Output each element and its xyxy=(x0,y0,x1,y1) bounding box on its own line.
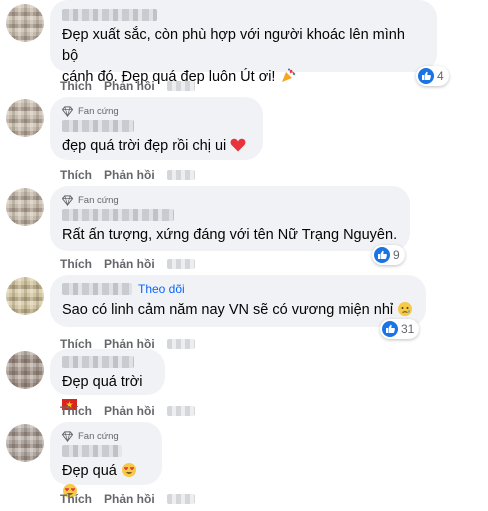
author-name[interactable] xyxy=(62,209,174,221)
top-fan-badge[interactable]: Fan cứng xyxy=(62,104,251,118)
avatar[interactable] xyxy=(6,351,44,389)
avatar[interactable] xyxy=(6,188,44,226)
comment-text: Rất ấn tượng, xứng đáng với tên Nữ Trạng… xyxy=(62,227,398,243)
reaction-count[interactable]: 31 xyxy=(380,319,420,339)
author-name[interactable] xyxy=(62,9,157,21)
like-button[interactable]: Thích xyxy=(60,257,92,271)
diamond-icon xyxy=(62,430,73,442)
comment-actions: Thích Phản hồi xyxy=(60,257,195,271)
comment-text: Sao có linh cảm năm nay VN sẽ có vương m… xyxy=(62,300,414,321)
comment-bubble: Fan cứng Rất ấn tượng, xứng đáng với tên… xyxy=(50,186,410,251)
diamond-icon xyxy=(62,105,73,117)
reaction-count[interactable]: 9 xyxy=(372,245,405,265)
reply-button[interactable]: Phản hồi xyxy=(104,492,155,506)
like-reaction-icon xyxy=(382,321,398,337)
reply-button[interactable]: Phản hồi xyxy=(104,257,155,271)
timestamp[interactable] xyxy=(166,170,195,180)
timestamp[interactable] xyxy=(166,339,195,349)
author-name[interactable] xyxy=(62,283,132,295)
author-name[interactable] xyxy=(62,120,134,132)
heart-eyes-face-icon xyxy=(121,463,136,477)
like-reaction-icon xyxy=(374,247,390,263)
avatar[interactable] xyxy=(6,99,44,137)
comment-text: đẹp quá trời đẹp rồi chị ui xyxy=(62,136,251,157)
comment-actions: Thích Phản hồi xyxy=(60,404,195,418)
like-button[interactable]: Thích xyxy=(60,404,92,418)
avatar[interactable] xyxy=(6,4,44,42)
like-reaction-icon xyxy=(418,68,434,84)
reaction-number: 4 xyxy=(437,69,444,83)
timestamp[interactable] xyxy=(166,81,195,91)
comment-actions: Thích Phản hồi xyxy=(60,168,195,182)
comment-bubble: Theo dõi Sao có linh cảm năm nay VN sẽ c… xyxy=(50,275,426,327)
like-button[interactable]: Thích xyxy=(60,492,92,506)
avatar[interactable] xyxy=(6,424,44,462)
timestamp[interactable] xyxy=(166,494,195,504)
diamond-icon xyxy=(62,194,73,206)
top-fan-badge[interactable]: Fan cứng xyxy=(62,193,398,207)
red-heart-icon xyxy=(230,138,246,152)
reply-button[interactable]: Phản hồi xyxy=(104,404,155,418)
follow-link[interactable]: Theo dõi xyxy=(138,282,185,296)
timestamp[interactable] xyxy=(166,259,195,269)
comment-bubble: Fan cứng đẹp quá trời đẹp rồi chị ui xyxy=(50,97,263,160)
reply-button[interactable]: Phản hồi xyxy=(104,79,155,93)
comment-actions: Thích Phản hồi xyxy=(60,492,195,506)
reply-button[interactable]: Phản hồi xyxy=(104,168,155,182)
reaction-number: 9 xyxy=(393,248,400,262)
top-fan-badge[interactable]: Fan cứng xyxy=(62,429,150,443)
comment-actions: Thích Phản hồi xyxy=(60,79,195,93)
reaction-count[interactable]: 4 xyxy=(416,66,449,86)
reaction-number: 31 xyxy=(401,322,415,336)
party-popper-icon xyxy=(281,68,295,82)
comment-bubble: Fan cứng Đẹp quá xyxy=(50,422,162,498)
teary-face-icon xyxy=(398,302,413,316)
like-button[interactable]: Thích xyxy=(60,168,92,182)
avatar[interactable] xyxy=(6,277,44,315)
like-button[interactable]: Thích xyxy=(60,79,92,93)
author-name[interactable] xyxy=(62,356,134,368)
comment-bubble: Đẹp xuất sắc, còn phù hợp với người khoá… xyxy=(50,0,437,85)
comment-bubble: Đẹp quá trời xyxy=(50,349,165,410)
timestamp[interactable] xyxy=(166,406,195,416)
author-name[interactable] xyxy=(62,445,122,457)
